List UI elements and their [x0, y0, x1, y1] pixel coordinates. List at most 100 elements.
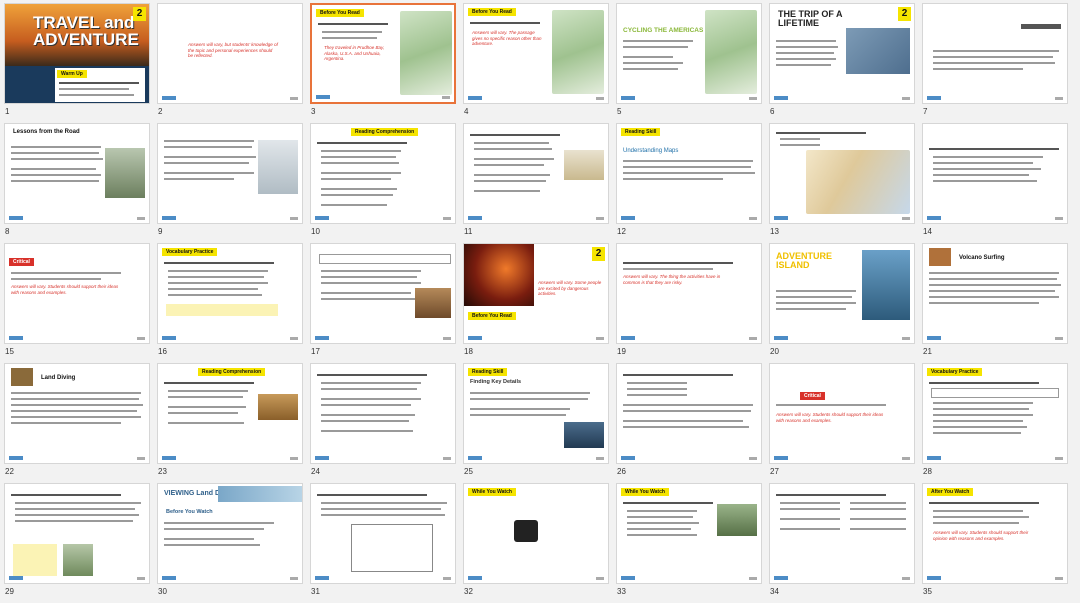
- slide-cell[interactable]: 26: [616, 363, 762, 479]
- slide-thumbnail[interactable]: CYCLING THE AMERICAS: [616, 3, 762, 104]
- slide-thumbnail[interactable]: [922, 3, 1068, 104]
- slide-cell[interactable]: Before You Read Answers will vary. The p…: [463, 3, 609, 119]
- slide-thumbnail[interactable]: Land Diving: [4, 363, 150, 464]
- slide-thumbnail[interactable]: ADVENTURE ISLAND: [769, 243, 915, 344]
- slide-thumbnail[interactable]: TRAVEL and ADVENTURE 2 Warm Up: [4, 3, 150, 104]
- slide-thumbnail[interactable]: Vocabulary Practice: [922, 363, 1068, 464]
- slide-cell[interactable]: 2 Before You Read Answers will vary. Som…: [463, 243, 609, 359]
- slide-thumbnail[interactable]: Before You Read Answers will vary. The p…: [463, 3, 609, 104]
- slide-thumbnail[interactable]: [310, 243, 456, 344]
- slide-thumbnail[interactable]: Reading Skill Finding Key Details: [463, 363, 609, 464]
- slide-thumbnail[interactable]: [769, 483, 915, 584]
- slide-number: 8: [5, 227, 10, 236]
- slide-cell[interactable]: While You Watch 33: [616, 483, 762, 599]
- slide-cell[interactable]: Vocabulary Practice 28: [922, 363, 1068, 479]
- slide-number: 30: [158, 587, 167, 596]
- slide-thumbnail[interactable]: [310, 483, 456, 584]
- answer-text: They traveled in Prudhoe Bay, Alaska, U.…: [324, 45, 385, 61]
- slide-cell[interactable]: THE TRIP OF A LIFETIME 2 6: [769, 3, 915, 119]
- slide-number: 26: [617, 467, 626, 476]
- slide-thumbnail[interactable]: While You Watch: [616, 483, 762, 584]
- slide-thumbnail[interactable]: Reading Comprehension: [310, 123, 456, 224]
- slide-cell[interactable]: CYCLING THE AMERICAS 5: [616, 3, 762, 119]
- slide-thumbnail[interactable]: THE TRIP OF A LIFETIME 2: [769, 3, 915, 104]
- section-header: Volcano Surfing: [959, 255, 1005, 261]
- slide-thumbnail[interactable]: Volcano Surfing: [922, 243, 1068, 344]
- slide-cell[interactable]: Answers will vary, but students' knowled…: [157, 3, 303, 119]
- slide-cell[interactable]: Reading Skill Understanding Maps 12: [616, 123, 762, 239]
- slide-cell[interactable]: 11: [463, 123, 609, 239]
- slide-number: 16: [158, 347, 167, 356]
- slide-thumbnail[interactable]: [157, 123, 303, 224]
- slide-number: 11: [464, 227, 473, 236]
- slide-thumbnail[interactable]: While You Watch: [463, 483, 609, 584]
- slide-cell[interactable]: 31: [310, 483, 456, 599]
- slide-cell[interactable]: Lessons from the Road 8: [4, 123, 150, 239]
- photo: [929, 248, 951, 266]
- slide-thumbnail[interactable]: Answers will vary, but students' knowled…: [157, 3, 303, 104]
- slide-thumbnail[interactable]: [463, 123, 609, 224]
- slide-number: 7: [923, 107, 928, 116]
- americas-map: [400, 11, 452, 95]
- slide-thumbnail[interactable]: Lessons from the Road: [4, 123, 150, 224]
- slide-cell[interactable]: 17: [310, 243, 456, 359]
- slide-thumbnail[interactable]: [616, 363, 762, 464]
- slide-thumbnail[interactable]: [4, 483, 150, 584]
- slide-cell[interactable]: 34: [769, 483, 915, 599]
- slide-cell[interactable]: 24: [310, 363, 456, 479]
- slide-thumbnail[interactable]: 2 Before You Read Answers will vary. Som…: [463, 243, 609, 344]
- photo: [564, 422, 604, 448]
- section-header: While You Watch: [468, 488, 516, 496]
- slide-cell[interactable]: Critical Answers will vary. Students sho…: [4, 243, 150, 359]
- photo: [564, 150, 604, 180]
- section-header: Before You Watch: [166, 509, 213, 515]
- slide-thumbnail[interactable]: [769, 123, 915, 224]
- slide-sorter-grid: TRAVEL and ADVENTURE 2 Warm Up 1 Answers…: [4, 3, 1076, 599]
- slide-cell[interactable]: 13: [769, 123, 915, 239]
- slide-cell[interactable]: After You Watch Answers will vary. Stude…: [922, 483, 1068, 599]
- slide-cell[interactable]: ADVENTURE ISLAND 20: [769, 243, 915, 359]
- slide-cell[interactable]: 14: [922, 123, 1068, 239]
- slide-number: 19: [617, 347, 626, 356]
- slide-thumbnail[interactable]: [922, 123, 1068, 224]
- slide-thumbnail[interactable]: Vocabulary Practice: [157, 243, 303, 344]
- slide-cell[interactable]: Reading Comprehension 23: [157, 363, 303, 479]
- slide-thumbnail[interactable]: Reading Skill Understanding Maps: [616, 123, 762, 224]
- slide-cell[interactable]: Reading Comprehension 10: [310, 123, 456, 239]
- section-header: Warm Up: [57, 70, 87, 78]
- slide-thumbnail[interactable]: After You Watch Answers will vary. Stude…: [922, 483, 1068, 584]
- slide-cell[interactable]: While You Watch 32: [463, 483, 609, 599]
- photo: [63, 544, 93, 576]
- slide-number: 31: [311, 587, 320, 596]
- slide-thumbnail[interactable]: [310, 363, 456, 464]
- slide-cell[interactable]: Reading Skill Finding Key Details 25: [463, 363, 609, 479]
- slide-cell[interactable]: VIEWING Land Divers Before You Watch 30: [157, 483, 303, 599]
- slide-cell[interactable]: Vocabulary Practice 16: [157, 243, 303, 359]
- slide-title: TRAVEL and ADVENTURE: [33, 13, 139, 49]
- slide-cell[interactable]: 9: [157, 123, 303, 239]
- slide-title: CYCLING THE AMERICAS: [623, 27, 704, 34]
- slide-thumbnail-selected[interactable]: Before You Read They traveled in Prudhoe…: [310, 3, 456, 104]
- section-header: While You Watch: [621, 488, 669, 496]
- slide-thumbnail[interactable]: Reading Comprehension: [157, 363, 303, 464]
- slide-number: 23: [158, 467, 167, 476]
- answer-text: Answers will vary. Students should suppo…: [933, 530, 1029, 541]
- slide-number: 35: [923, 587, 932, 596]
- slide-number: 29: [5, 587, 14, 596]
- slide-cell[interactable]: Before You Read They traveled in Prudhoe…: [310, 3, 456, 119]
- video-clapper-icon: [514, 520, 538, 542]
- slide-cell[interactable]: TRAVEL and ADVENTURE 2 Warm Up 1: [4, 3, 150, 119]
- slide-thumbnail[interactable]: Critical Answers will vary. Students sho…: [4, 243, 150, 344]
- slide-cell[interactable]: 7: [922, 3, 1068, 119]
- slide-title: ADVENTURE ISLAND: [776, 251, 833, 270]
- slide-thumbnail[interactable]: Answers will vary. The thing the activit…: [616, 243, 762, 344]
- slide-thumbnail[interactable]: Critical Answers will vary. Students sho…: [769, 363, 915, 464]
- slide-cell[interactable]: Volcano Surfing 21: [922, 243, 1068, 359]
- slide-number: 6: [770, 107, 775, 116]
- answer-text: Answers will vary. Students should suppo…: [776, 412, 884, 423]
- slide-cell[interactable]: Land Diving 22: [4, 363, 150, 479]
- slide-cell[interactable]: Critical Answers will vary. Students sho…: [769, 363, 915, 479]
- slide-cell[interactable]: Answers will vary. The thing the activit…: [616, 243, 762, 359]
- slide-thumbnail[interactable]: VIEWING Land Divers Before You Watch: [157, 483, 303, 584]
- slide-cell[interactable]: 29: [4, 483, 150, 599]
